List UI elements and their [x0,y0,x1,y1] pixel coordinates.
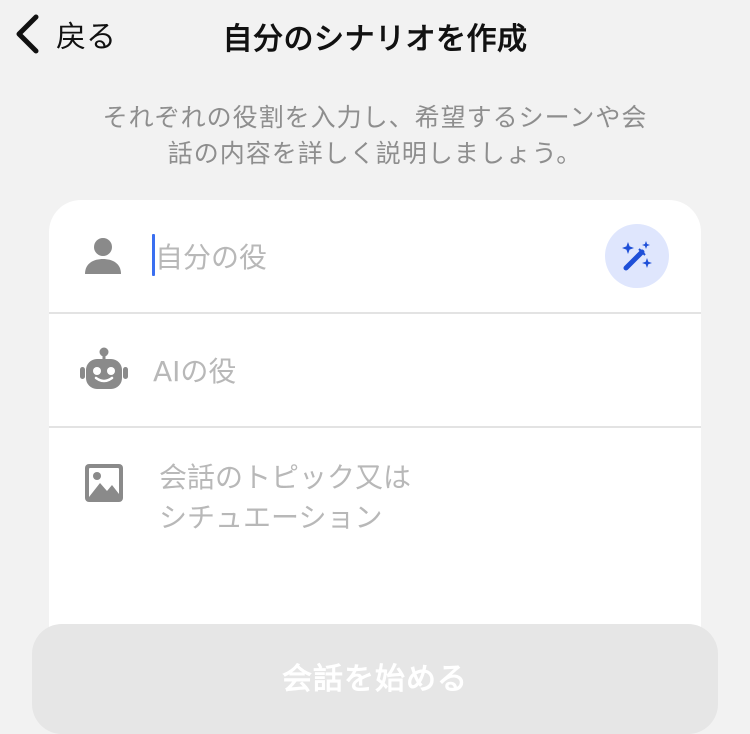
instructions-text: それぞれの役割を入力し、希望するシーンや会 話の内容を詳しく説明しましょう。 [60,100,690,172]
topic-input[interactable] [159,458,459,558]
instructions-line-1: それぞれの役割を入力し、希望するシーンや会 [102,103,648,132]
self-role-input[interactable] [155,236,595,278]
page-title: 自分のシナリオを作成 [222,22,528,57]
header: 戻る 自分のシナリオを作成 [0,0,750,68]
start-conversation-label: 会話を始める [282,662,468,697]
start-conversation-button[interactable]: 会話を始める [32,624,718,734]
self-role-row [49,200,701,312]
ai-role-input[interactable] [153,350,653,392]
magic-generate-button[interactable] [605,224,669,288]
person-icon [85,238,121,274]
image-icon [85,464,123,502]
magic-wand-icon [622,241,652,271]
instructions-line-2: 話の内容を詳しく説明しましょう。 [167,139,583,168]
ai-role-row [49,314,701,426]
robot-icon [80,347,128,389]
